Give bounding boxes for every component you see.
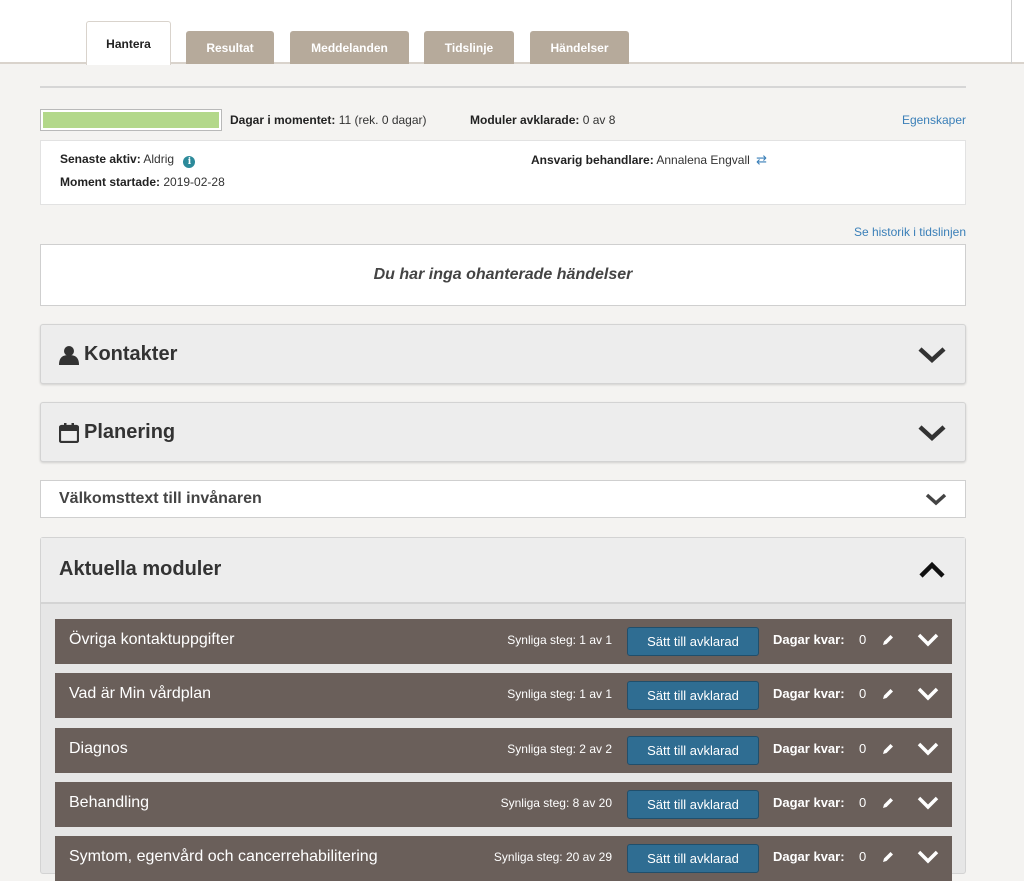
set-completed-button[interactable]: Sätt till avklarad (627, 627, 759, 656)
set-completed-button[interactable]: Sätt till avklarad (627, 736, 759, 765)
module-steps: Synliga steg: 1 av 1 (507, 687, 612, 701)
days-left-value: 0 (859, 741, 867, 756)
chevron-down-icon[interactable] (917, 687, 939, 701)
chevron-down-icon[interactable] (917, 424, 947, 442)
planning-title: Planering (59, 421, 175, 444)
progress-fill (43, 112, 219, 128)
module-name: Behandling (69, 794, 150, 811)
chevron-down-icon[interactable] (917, 850, 939, 864)
days-left-value: 0 (859, 849, 867, 864)
set-completed-button[interactable]: Sätt till avklarad (627, 681, 759, 710)
planning-panel[interactable]: Planering (40, 402, 966, 462)
pencil-icon[interactable] (881, 850, 895, 864)
module-row[interactable]: Behandling Synliga steg: 8 av 20 Sätt ti… (55, 782, 952, 827)
last-active-label: Senaste aktiv: (60, 152, 141, 166)
tab-handelser[interactable]: Händelser (530, 31, 629, 64)
current-modules-title: Aktuella moduler (59, 558, 222, 580)
days-left-value: 0 (859, 795, 867, 810)
started-label: Moment startade: (60, 175, 161, 189)
events-message: Du har inga ohanterade händelser (373, 266, 633, 283)
days-label: Dagar i momentet: (230, 113, 336, 127)
calendar-icon (59, 422, 79, 443)
moment-started: Moment startade: 2019-02-28 (60, 175, 225, 189)
days-left-value: 0 (859, 632, 867, 647)
days-left-label: Dagar kvar: (773, 686, 845, 701)
chevron-up-icon[interactable] (918, 561, 946, 579)
contacts-label: Kontakter (84, 343, 178, 365)
module-row[interactable]: Diagnos Synliga steg: 2 av 2 Sätt till a… (55, 728, 952, 773)
properties-link[interactable]: Egenskaper (902, 113, 966, 127)
module-name: Diagnos (69, 740, 128, 757)
planning-label: Planering (84, 421, 176, 443)
tab-hantera[interactable]: Hantera (86, 21, 171, 65)
chevron-down-icon[interactable] (917, 742, 939, 756)
module-name: Övriga kontaktuppgifter (69, 631, 235, 648)
chevron-down-icon[interactable] (925, 493, 947, 507)
module-name: Symtom, egenvård och cancerrehabiliterin… (69, 848, 378, 865)
contacts-title: Kontakter (59, 343, 177, 366)
tab-meddelanden[interactable]: Meddelanden (290, 31, 409, 64)
events-box: Du har inga ohanterade händelser (40, 244, 966, 306)
current-modules-header[interactable]: Aktuella moduler (41, 538, 965, 604)
top-bar: Hantera Resultat Meddelanden Tidslinje H… (0, 0, 1024, 65)
days-in-moment: Dagar i momentet: 11 (rek. 0 dagar) (230, 113, 427, 127)
history-link[interactable]: Se historik i tidslinjen (854, 225, 966, 239)
tab-tidslinje[interactable]: Tidslinje (424, 31, 514, 64)
chevron-down-icon[interactable] (917, 633, 939, 647)
pencil-icon[interactable] (881, 633, 895, 647)
status-row: Dagar i momentet: 11 (rek. 0 dagar) Modu… (40, 88, 966, 136)
days-left-value: 0 (859, 686, 867, 701)
last-active: Senaste aktiv: Aldrig i (60, 152, 196, 168)
progress-bar (40, 109, 222, 131)
modules-label: Moduler avklarade: (470, 113, 580, 127)
module-row[interactable]: Symtom, egenvård och cancerrehabiliterin… (55, 836, 952, 881)
module-row[interactable]: Övriga kontaktuppgifter Synliga steg: 1 … (55, 619, 952, 664)
current-modules-panel: Aktuella moduler Övriga kontaktuppgifter… (40, 537, 966, 881)
user-icon (59, 345, 79, 365)
module-row[interactable]: Vad är Min vårdplan Synliga steg: 1 av 1… (55, 673, 952, 718)
chevron-down-icon[interactable] (917, 796, 939, 810)
welcome-title: Välkomsttext till invånaren (59, 490, 262, 507)
chevron-down-icon[interactable] (917, 346, 947, 364)
pencil-icon[interactable] (881, 742, 895, 756)
module-steps: Synliga steg: 20 av 29 (493, 850, 612, 864)
info-icon[interactable]: i (183, 156, 196, 168)
started-value: 2019-02-28 (163, 175, 225, 189)
days-left-label: Dagar kvar: (773, 795, 845, 810)
days-left-label: Dagar kvar: (773, 741, 845, 756)
set-completed-button[interactable]: Sätt till avklarad (627, 844, 759, 873)
modules-completed: Moduler avklarade: 0 av 8 (470, 113, 615, 127)
responsible: Ansvarig behandlare: Annalena Engvall ⇄ (531, 152, 767, 168)
modules-value: 0 av 8 (582, 113, 616, 127)
pencil-icon[interactable] (881, 796, 895, 810)
days-left-label: Dagar kvar: (773, 849, 845, 864)
days-left-label: Dagar kvar: (773, 632, 845, 647)
last-active-value: Aldrig (143, 152, 175, 166)
module-name: Vad är Min vårdplan (69, 685, 211, 702)
info-box: Senaste aktiv: Aldrig i Moment startade:… (40, 140, 966, 205)
module-steps: Synliga steg: 8 av 20 (500, 796, 612, 810)
module-steps: Synliga steg: 2 av 2 (507, 742, 612, 756)
window-edge (1011, 0, 1012, 64)
responsible-value: Annalena Engvall (656, 153, 750, 167)
pencil-icon[interactable] (881, 687, 895, 701)
responsible-label: Ansvarig behandlare: (531, 153, 654, 167)
welcome-panel[interactable]: Välkomsttext till invånaren (40, 480, 966, 518)
swap-icon[interactable]: ⇄ (756, 152, 767, 167)
contacts-panel[interactable]: Kontakter (40, 324, 966, 384)
set-completed-button[interactable]: Sätt till avklarad (627, 790, 759, 819)
module-steps: Synliga steg: 1 av 1 (507, 633, 612, 647)
tab-resultat[interactable]: Resultat (186, 31, 274, 64)
main-content: Dagar i momentet: 11 (rek. 0 dagar) Modu… (40, 86, 966, 881)
days-value: 11 (rek. 0 dagar) (338, 113, 427, 127)
